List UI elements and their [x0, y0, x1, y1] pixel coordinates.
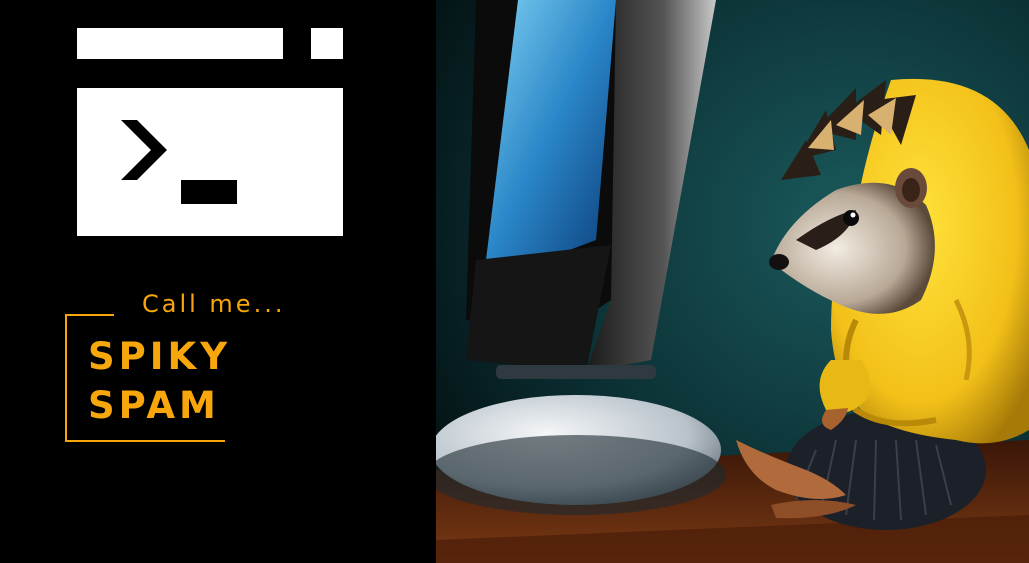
title-line-2: SPAM	[88, 384, 220, 427]
hedgehog-photo	[436, 0, 1029, 563]
terminal-window-icon	[77, 28, 343, 236]
title-line-1: SPIKY	[88, 335, 231, 378]
banner-stage: Call me... SPIKY SPAM	[0, 0, 1029, 563]
hedgehog-illustration	[436, 0, 1029, 563]
left-panel: Call me... SPIKY SPAM	[0, 0, 436, 563]
bracket-gap	[114, 314, 225, 316]
